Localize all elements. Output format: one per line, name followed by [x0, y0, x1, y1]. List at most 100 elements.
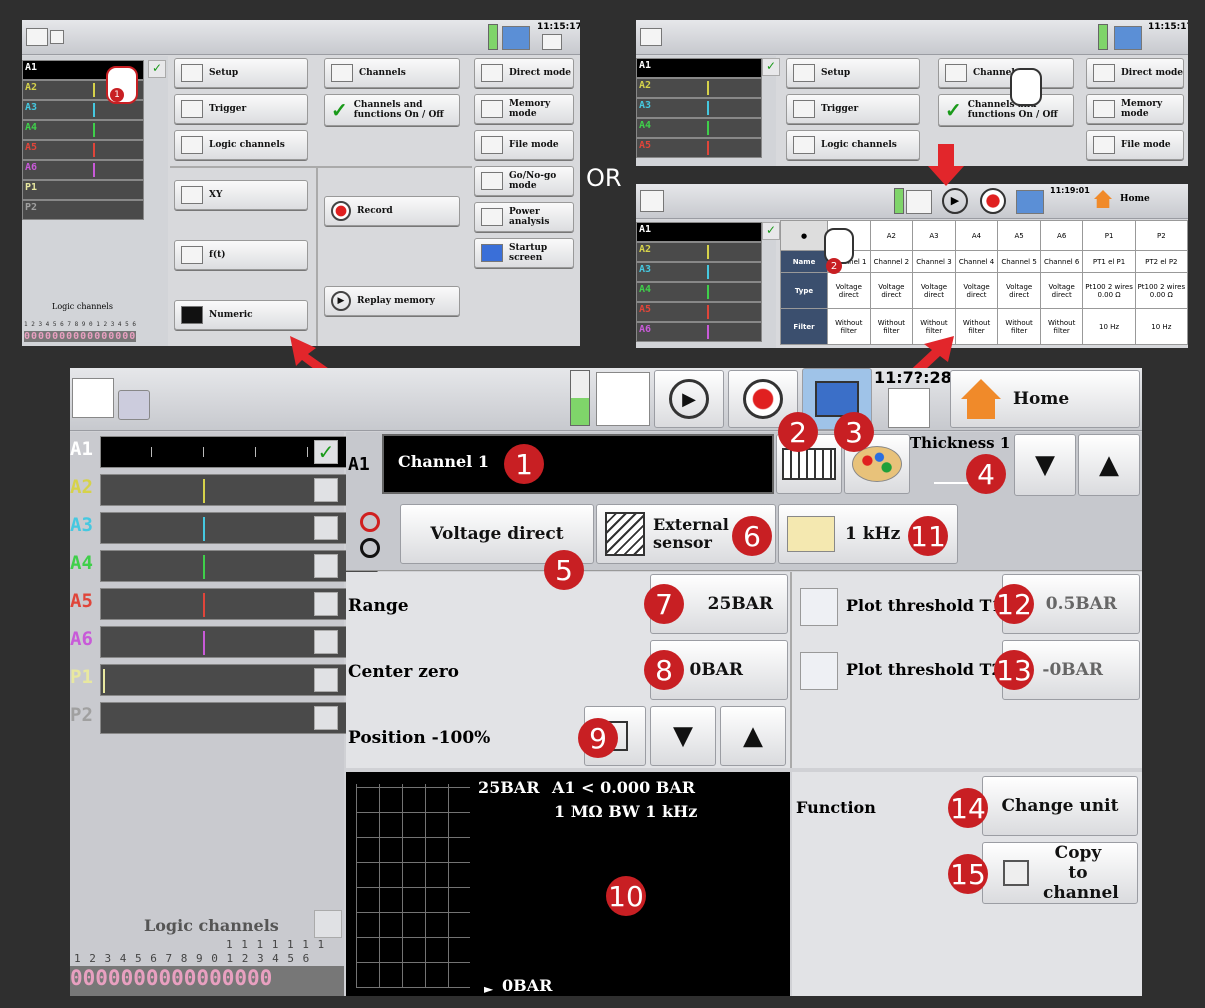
startup-screen-button[interactable]: Startup screen [474, 238, 574, 268]
record-button[interactable]: Record [324, 196, 460, 226]
table-cell[interactable]: PT2 el P2 [1134, 250, 1188, 273]
replay-memory-button[interactable]: ▶ Replay memory [324, 286, 460, 316]
table-cell[interactable]: Channel 6 [1039, 250, 1084, 273]
memory-mode-button[interactable]: Memory mode [474, 94, 574, 124]
table-cell[interactable]: Voltage direct [997, 272, 1041, 309]
trigger-button[interactable]: Trigger [174, 94, 308, 124]
disk-icon[interactable] [50, 30, 64, 44]
channel-row[interactable]: A2 [636, 242, 762, 262]
column-header[interactable]: A3 [912, 220, 956, 251]
channels-functions-button[interactable]: ✓ Channels and functions On / Off [938, 94, 1074, 126]
copy-to-channel-button[interactable]: Copy to channel [982, 842, 1138, 904]
disk-icon[interactable] [118, 390, 150, 420]
channels-functions-button[interactable]: ✓ Channels and functions On / Off [324, 94, 460, 126]
column-header[interactable]: P1 [1082, 220, 1136, 251]
thickness-down-button[interactable]: ▼ [1014, 434, 1076, 496]
column-header[interactable]: A4 [954, 220, 999, 251]
column-header[interactable]: A5 [997, 220, 1041, 251]
home-icon[interactable] [1094, 190, 1112, 208]
table-cell[interactable]: 10 Hz [1082, 308, 1136, 345]
logic-channels-checkbox[interactable] [314, 910, 342, 938]
channel-checkbox[interactable] [314, 516, 338, 540]
screenshot-icon[interactable] [502, 26, 530, 50]
channel-checkbox[interactable] [314, 630, 338, 654]
xy-button[interactable]: XY [174, 180, 308, 210]
channel-row[interactable]: A6 [22, 160, 144, 180]
file-mode-button[interactable]: File mode [1086, 130, 1184, 160]
table-cell[interactable]: Voltage direct [912, 272, 956, 309]
direct-mode-button[interactable]: Direct mode [1086, 58, 1184, 88]
thickness-up-button[interactable]: ▲ [1078, 434, 1140, 496]
screenshot-icon[interactable] [1016, 190, 1044, 214]
t2-checkbox[interactable] [800, 652, 838, 690]
file-mode-button[interactable]: File mode [474, 130, 574, 160]
change-unit-button[interactable]: Change unit [982, 776, 1138, 836]
channel-row[interactable]: A3 [636, 262, 762, 282]
usb-icon[interactable] [640, 28, 662, 46]
play-icon[interactable]: ▶ [942, 188, 968, 214]
channel-checkbox[interactable] [314, 706, 338, 730]
go-nogo-button[interactable]: Go/No-go mode [474, 166, 574, 196]
memory-mode-button[interactable]: Memory mode [1086, 94, 1184, 124]
play-button[interactable]: ▶ [654, 370, 724, 428]
record-icon[interactable] [980, 188, 1006, 214]
table-cell[interactable]: Voltage direct [954, 272, 999, 309]
trend-icon[interactable] [640, 190, 664, 212]
graph-icon[interactable] [596, 372, 650, 426]
table-cell[interactable]: Without filter [827, 308, 871, 345]
setup-button[interactable]: Setup [786, 58, 920, 88]
table-cell[interactable]: PT1 el P1 [1082, 250, 1136, 273]
table-cell[interactable]: 10 Hz [1134, 308, 1188, 345]
channel-row[interactable]: A5 [636, 138, 762, 158]
power-analysis-button[interactable]: Power analysis [474, 202, 574, 232]
channels-button[interactable]: Channels [324, 58, 460, 88]
channel-row[interactable]: P2 [22, 200, 144, 220]
channel-row[interactable]: A5 [22, 140, 144, 160]
table-cell[interactable]: Voltage direct [869, 272, 914, 309]
channels-button[interactable]: Channels [938, 58, 1074, 88]
channel-row[interactable]: A2 [636, 78, 762, 98]
column-header[interactable]: A6 [1039, 220, 1084, 251]
screenshot-icon[interactable] [1114, 26, 1142, 50]
table-cell[interactable]: Without filter [997, 308, 1041, 345]
column-header[interactable]: P2 [1134, 220, 1188, 251]
column-header[interactable]: A2 [869, 220, 914, 251]
channel-row[interactable]: A1 [636, 58, 762, 78]
channel-checkbox[interactable] [314, 478, 338, 502]
table-cell[interactable]: Without filter [954, 308, 999, 345]
home-label[interactable]: Home [1120, 194, 1150, 204]
table-cell[interactable]: Channel 3 [912, 250, 956, 273]
logic-channels-button[interactable]: Logic channels [786, 130, 920, 160]
channel-checkbox[interactable] [314, 554, 338, 578]
channel-row[interactable]: A4 [22, 120, 144, 140]
table-cell[interactable]: Voltage direct [1039, 272, 1084, 309]
usb-icon[interactable] [26, 28, 48, 46]
channel-row[interactable]: P1 [22, 180, 144, 200]
channel-row[interactable]: A5 [636, 302, 762, 322]
trend-icon[interactable] [72, 378, 114, 418]
channel-row[interactable]: A6 [636, 322, 762, 342]
table-cell[interactable]: Channel 4 [954, 250, 999, 273]
channel-row[interactable]: A4 [636, 118, 762, 138]
setup-button[interactable]: Setup [174, 58, 308, 88]
channel-row[interactable]: A4 [636, 282, 762, 302]
table-cell[interactable]: Pt100 2 wires 0.00 Ω [1134, 272, 1188, 309]
channel-checkbox[interactable]: ✓ [762, 58, 780, 76]
table-cell[interactable]: Without filter [1039, 308, 1084, 345]
t1-checkbox[interactable] [800, 588, 838, 626]
home-button[interactable]: Home [950, 370, 1140, 428]
position-down-button[interactable]: ▼ [650, 706, 716, 766]
channel-row[interactable]: A3 [636, 98, 762, 118]
logic-channels-button[interactable]: Logic channels [174, 130, 308, 160]
trigger-button[interactable]: Trigger [786, 94, 920, 124]
channel-checkbox[interactable] [314, 592, 338, 616]
position-up-button[interactable]: ▲ [720, 706, 786, 766]
table-cell[interactable]: Voltage direct [827, 272, 871, 309]
numeric-button[interactable]: Numeric [174, 300, 308, 330]
channel-checkbox[interactable]: ✓ [314, 440, 338, 464]
channel-name-field[interactable]: Channel 1 [382, 434, 774, 494]
table-cell[interactable]: Channel 5 [997, 250, 1041, 273]
graph-icon[interactable] [906, 190, 932, 214]
table-cell[interactable]: Channel 2 [869, 250, 914, 273]
direct-mode-button[interactable]: Direct mode [474, 58, 574, 88]
